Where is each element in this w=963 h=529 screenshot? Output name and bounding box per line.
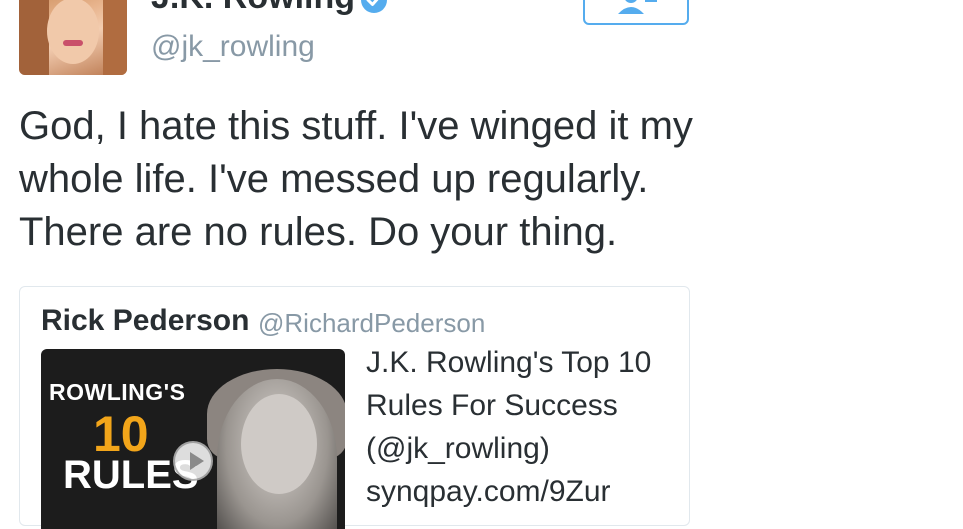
thumbnail-face xyxy=(241,394,317,494)
follow-user-icon xyxy=(618,0,657,14)
play-icon[interactable] xyxy=(173,441,213,481)
card-link[interactable]: synqpay.com/9Zur xyxy=(366,470,686,513)
card-title-line: Rules For Success xyxy=(366,389,618,422)
card-title-line: (@jk_rowling) xyxy=(366,432,550,465)
quoted-author-name[interactable]: Rick Pederson xyxy=(41,304,249,338)
avatar[interactable] xyxy=(19,0,127,75)
follow-button[interactable] xyxy=(583,0,689,25)
display-name[interactable]: J.K. Rowling xyxy=(151,0,355,17)
verified-badge-icon xyxy=(361,0,387,13)
card-title-line: J.K. Rowling's Top 10 xyxy=(366,346,652,379)
avatar-face xyxy=(47,0,99,64)
quoted-tweet[interactable]: Rick Pederson @RichardPederson ROWLING'S… xyxy=(19,286,690,529)
avatar-hair xyxy=(103,0,127,75)
tweet-text: God, I hate this stuff. I've winged it m… xyxy=(19,104,693,254)
avatar-hair xyxy=(19,0,49,75)
quoted-author-handle[interactable]: @RichardPederson xyxy=(258,308,485,339)
username-handle[interactable]: @jk_rowling xyxy=(151,30,315,64)
thumbnail-title: ROWLING'S xyxy=(49,379,186,405)
avatar-lips xyxy=(63,40,83,46)
video-thumbnail[interactable]: ROWLING'S 10 RULES xyxy=(41,349,345,529)
card-description[interactable]: J.K. Rowling's Top 10 Rules For Success … xyxy=(366,341,686,513)
